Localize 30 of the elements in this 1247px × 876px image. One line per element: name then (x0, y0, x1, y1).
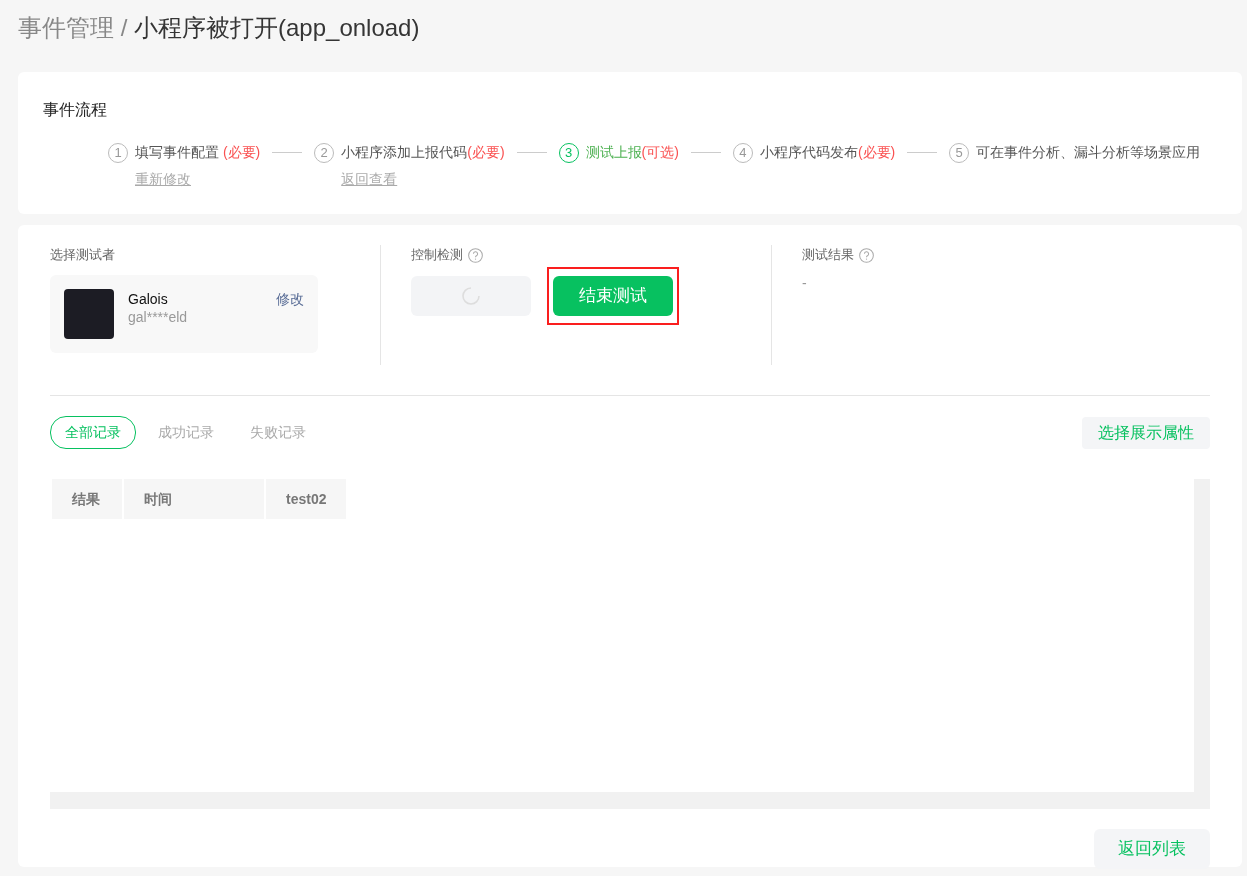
section-label: 测试结果 (802, 246, 854, 264)
step-label: 小程序代码发布(必要) (759, 143, 896, 162)
help-icon[interactable] (468, 248, 483, 264)
filter-tab[interactable]: 成功记录 (144, 416, 228, 449)
step-label: 填写事件配置 (必要) (135, 143, 261, 162)
help-icon[interactable] (859, 248, 874, 264)
avatar-placeholder (64, 288, 114, 339)
filter-tab[interactable]: 全部记录 (50, 416, 136, 449)
filter-tab[interactable]: 失败记录 (236, 416, 320, 449)
tester-account: gal****eld (128, 309, 188, 324)
section-label: 选择测试者 (50, 246, 115, 264)
section-label: 控制检测 (411, 246, 463, 264)
step-link[interactable]: 重新修改 (135, 169, 261, 190)
back-to-list-button[interactable]: 返回列表 (1094, 829, 1210, 869)
breadcrumb-link[interactable]: 事件管理 (18, 14, 114, 41)
step-label: 测试上报(可选) (585, 143, 679, 162)
result-value: - (802, 273, 808, 293)
column-header: 结果 (52, 479, 122, 519)
tester-name: Galois (128, 289, 169, 309)
edit-link[interactable]: 修改 (276, 288, 304, 309)
end-test-button[interactable]: 结束测试 (553, 275, 673, 316)
breadcrumb-separator: / (120, 14, 128, 41)
page-title: 小程序被打开(app_onload) (134, 14, 420, 41)
step-link[interactable]: 返回查看 (341, 169, 505, 190)
section-title: 事件流程 (43, 100, 108, 120)
column-header: 时间 (124, 479, 264, 519)
step-label: 可在事件分析、漏斗分析等场景应用 (976, 143, 1201, 162)
column-header: test02 (266, 479, 346, 519)
step-label: 小程序添加上报代码(必要) (341, 143, 505, 162)
select-attributes-button[interactable]: 选择展示属性 (1082, 416, 1210, 449)
